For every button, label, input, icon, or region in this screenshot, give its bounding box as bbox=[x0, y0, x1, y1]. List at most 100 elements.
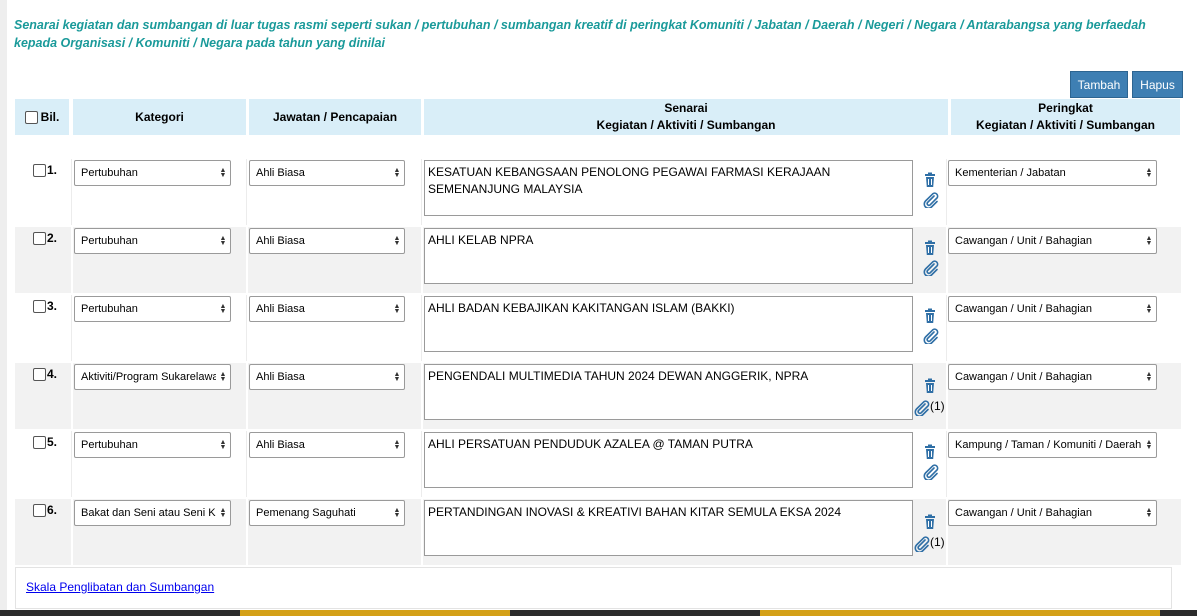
row-bil: 1. bbox=[33, 163, 57, 177]
trash-icon[interactable] bbox=[922, 444, 938, 460]
updown-arrow-icon: ▲ ▼ bbox=[1145, 507, 1153, 519]
updown-arrow-icon: ▲ ▼ bbox=[1145, 303, 1153, 315]
row-number: 4. bbox=[47, 367, 58, 381]
updown-arrow-icon: ▲ ▼ bbox=[393, 167, 401, 179]
row-checkbox[interactable] bbox=[33, 163, 46, 177]
paperclip-icon[interactable] bbox=[913, 400, 931, 418]
paperclip-icon[interactable] bbox=[913, 536, 931, 554]
senarai-textarea[interactable]: PENGENDALI MULTIMEDIA TAHUN 2024 DEWAN A… bbox=[424, 364, 913, 420]
peringkat-select[interactable]: Cawangan / Unit / Bahagian ▲ ▼ bbox=[948, 296, 1157, 322]
updown-arrow-icon: ▲ ▼ bbox=[219, 167, 227, 179]
senarai-textarea[interactable]: PERTANDINGAN INOVASI & KREATIVI BAHAN KI… bbox=[424, 500, 913, 556]
header-bil: Bil. bbox=[15, 99, 69, 135]
peringkat-value: Cawangan / Unit / Bahagian bbox=[955, 303, 1092, 315]
trash-icon[interactable] bbox=[922, 514, 938, 530]
jawatan-value: Pemenang Saguhati bbox=[256, 507, 356, 519]
row-number: 1. bbox=[47, 163, 58, 177]
scale-link[interactable]: Skala Penglibatan dan Sumbangan bbox=[26, 580, 214, 594]
updown-arrow-icon: ▲ ▼ bbox=[219, 371, 227, 383]
header-peringkat: Peringkat Kegiatan / Aktiviti / Sumbanga… bbox=[951, 99, 1180, 135]
updown-arrow-icon: ▲ ▼ bbox=[393, 303, 401, 315]
header-senarai-line1: Senarai bbox=[664, 101, 708, 115]
header-kategori: Kategori bbox=[73, 99, 246, 135]
paperclip-icon[interactable] bbox=[922, 328, 940, 346]
trash-icon[interactable] bbox=[922, 308, 938, 324]
jawatan-value: Ahli Biasa bbox=[256, 439, 305, 451]
row-number: 5. bbox=[47, 435, 58, 449]
jawatan-select[interactable]: Pemenang Saguhati ▲ ▼ bbox=[249, 500, 405, 526]
peringkat-value: Cawangan / Unit / Bahagian bbox=[955, 235, 1092, 247]
jawatan-select[interactable]: Ahli Biasa ▲ ▼ bbox=[249, 228, 405, 254]
row-number: 6. bbox=[47, 503, 58, 517]
paperclip-icon[interactable] bbox=[922, 192, 940, 210]
row-checkbox[interactable] bbox=[33, 503, 46, 517]
senarai-textarea[interactable]: KESATUAN KEBANGSAAN PENOLONG PEGAWAI FAR… bbox=[424, 160, 913, 216]
peringkat-value: Kementerian / Jabatan bbox=[955, 167, 1066, 179]
updown-arrow-icon: ▲ ▼ bbox=[219, 235, 227, 247]
kategori-select[interactable]: Bakat dan Seni atau Seni Kreatif▲▼ bbox=[74, 500, 231, 526]
kategori-select[interactable]: Pertubuhan ▲ ▼ bbox=[74, 160, 231, 186]
attachment-count: (1) bbox=[930, 399, 945, 413]
kategori-select[interactable]: Pertubuhan ▲ ▼ bbox=[74, 228, 231, 254]
jawatan-select[interactable]: Ahli Biasa ▲ ▼ bbox=[249, 160, 405, 186]
senarai-textarea[interactable]: AHLI PERSATUAN PENDUDUK AZALEA @ TAMAN P… bbox=[424, 432, 913, 488]
left-edge-strip bbox=[0, 0, 7, 616]
jawatan-select[interactable]: Ahli Biasa ▲ ▼ bbox=[249, 296, 405, 322]
updown-arrow-icon: ▲ ▼ bbox=[219, 507, 227, 519]
senarai-textarea[interactable]: AHLI BADAN KEBAJIKAN KAKITANGAN ISLAM (B… bbox=[424, 296, 913, 352]
kategori-value: Pertubuhan bbox=[81, 235, 138, 247]
row-checkbox[interactable] bbox=[33, 231, 46, 245]
paperclip-icon[interactable] bbox=[922, 464, 940, 482]
row-bil: 2. bbox=[33, 231, 57, 245]
peringkat-select[interactable]: Cawangan / Unit / Bahagian ▲ ▼ bbox=[948, 364, 1157, 390]
jawatan-value: Ahli Biasa bbox=[256, 167, 305, 179]
paperclip-icon[interactable] bbox=[922, 260, 940, 278]
header-jawatan: Jawatan / Pencapaian bbox=[249, 99, 421, 135]
row-number: 2. bbox=[47, 231, 58, 245]
updown-arrow-icon: ▲ ▼ bbox=[393, 235, 401, 247]
peringkat-select[interactable]: Cawangan / Unit / Bahagian ▲ ▼ bbox=[948, 228, 1157, 254]
jawatan-value: Ahli Biasa bbox=[256, 303, 305, 315]
updown-arrow-icon: ▲ ▼ bbox=[1145, 167, 1153, 179]
row-checkbox[interactable] bbox=[33, 367, 46, 381]
jawatan-select[interactable]: Ahli Biasa ▲ ▼ bbox=[249, 364, 405, 390]
peringkat-select[interactable]: Kementerian / Jabatan ▲ ▼ bbox=[948, 160, 1157, 186]
kategori-select[interactable]: Pertubuhan ▲ ▼ bbox=[74, 432, 231, 458]
jawatan-value: Ahli Biasa bbox=[256, 371, 305, 383]
table-row: 5. Pertubuhan ▲ ▼ Ahli Biasa ▲ ▼ AHLI PERSATUAN… bbox=[15, 431, 1181, 497]
select-all-checkbox[interactable] bbox=[24, 110, 38, 124]
peringkat-value: Cawangan / Unit / Bahagian bbox=[955, 507, 1092, 519]
row-number: 3. bbox=[47, 299, 58, 313]
header-peringkat-line2: Kegiatan / Aktiviti / Sumbangan bbox=[976, 118, 1155, 132]
row-bil: 4. bbox=[33, 367, 57, 381]
delete-button[interactable]: Hapus bbox=[1132, 71, 1183, 98]
peringkat-value: Kampung / Taman / Komuniti / Daerah bbox=[955, 439, 1142, 451]
header-peringkat-line1: Peringkat bbox=[1038, 101, 1093, 115]
row-checkbox[interactable] bbox=[33, 435, 46, 449]
trash-icon[interactable] bbox=[922, 172, 938, 188]
table-row: 4. Aktiviti/Program Sukarelawan ▲ ▼ Ahli Bia… bbox=[15, 363, 1181, 429]
updown-arrow-icon: ▲ ▼ bbox=[1145, 371, 1153, 383]
peringkat-select[interactable]: Kampung / Taman / Komuniti / Daerah ▲ ▼ bbox=[948, 432, 1157, 458]
trash-icon[interactable] bbox=[922, 240, 938, 256]
header-bil-label: Bil. bbox=[40, 109, 60, 124]
add-button[interactable]: Tambah bbox=[1070, 71, 1128, 98]
row-checkbox[interactable] bbox=[33, 299, 46, 313]
kategori-select[interactable]: Pertubuhan ▲ ▼ bbox=[74, 296, 231, 322]
bottom-progress-strip bbox=[0, 610, 1197, 616]
jawatan-select[interactable]: Ahli Biasa ▲ ▼ bbox=[249, 432, 405, 458]
trash-icon[interactable] bbox=[922, 378, 938, 394]
updown-arrow-icon: ▲ ▼ bbox=[219, 439, 227, 451]
kategori-value: Aktiviti/Program Sukarelawan bbox=[81, 371, 216, 383]
kategori-value: Pertubuhan bbox=[81, 167, 138, 179]
peringkat-value: Cawangan / Unit / Bahagian bbox=[955, 371, 1092, 383]
footer-panel: Skala Penglibatan dan Sumbangan bbox=[15, 567, 1172, 609]
updown-arrow-icon: ▲ ▼ bbox=[393, 439, 401, 451]
senarai-textarea[interactable]: AHLI KELAB NPRA bbox=[424, 228, 913, 284]
table-row: 1. Pertubuhan ▲ ▼ Ahli Biasa ▲ ▼ KESATUAN KEBAN… bbox=[15, 159, 1181, 225]
kategori-select[interactable]: Aktiviti/Program Sukarelawan ▲ ▼ bbox=[74, 364, 231, 390]
peringkat-select[interactable]: Cawangan / Unit / Bahagian ▲ ▼ bbox=[948, 500, 1157, 526]
jawatan-value: Ahli Biasa bbox=[256, 235, 305, 247]
row-bil: 3. bbox=[33, 299, 57, 313]
kategori-value: Pertubuhan bbox=[81, 303, 138, 315]
